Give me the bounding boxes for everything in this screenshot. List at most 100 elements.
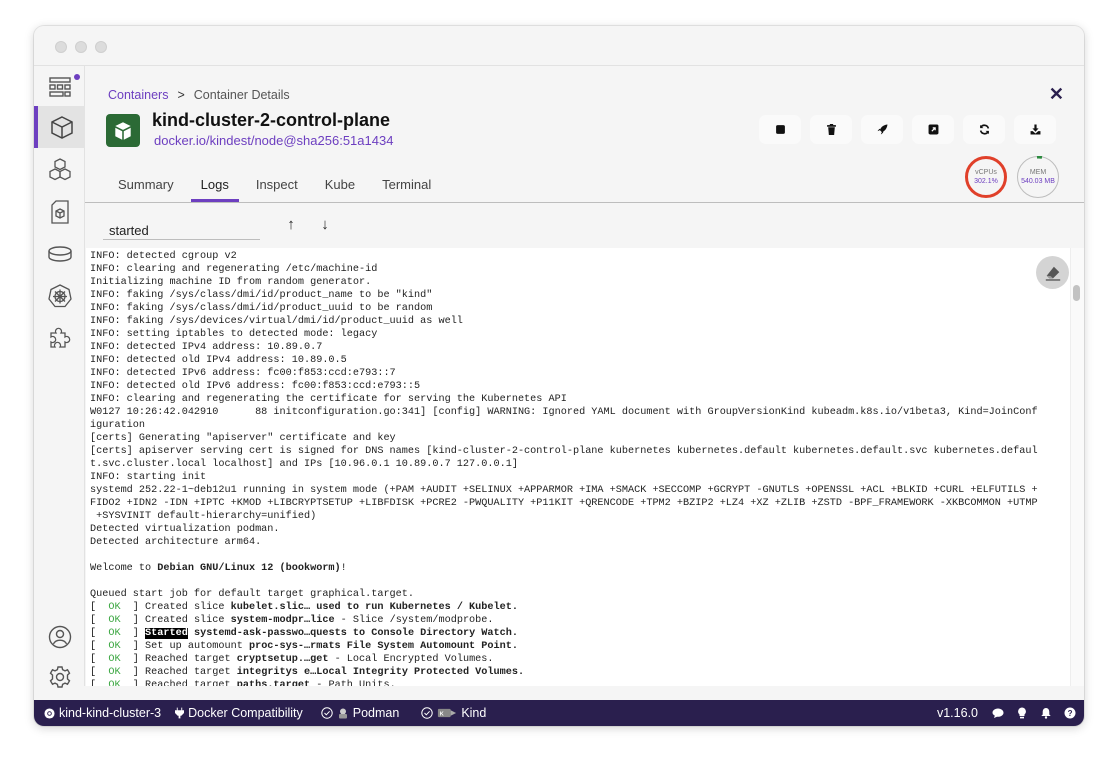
log-line: +SYSVINIT default-hierarchy=unified) (90, 510, 1072, 523)
log-text: INFO: clearing and regenerating the cert… (90, 394, 567, 405)
log-line: [ OK ] Created slice system-modpr…lice -… (90, 614, 1072, 627)
close-details-button[interactable]: ✕ (1049, 84, 1064, 105)
podman-label: Podman (352, 706, 400, 720)
sidebar-item-images[interactable] (34, 191, 85, 233)
log-text: INFO: faking /sys/class/dmi/id/product_n… (90, 290, 433, 301)
check-circle-icon (321, 707, 333, 719)
sidebar-item-containers[interactable] (34, 106, 85, 148)
log-text: INFO: faking /sys/devices/virtual/dmi/id… (90, 316, 463, 327)
bell-icon[interactable] (1040, 707, 1052, 719)
sidebar-item-pods[interactable] (34, 149, 85, 191)
log-text: [certs] apiserver serving cert is signed… (90, 446, 1038, 457)
delete-button[interactable] (810, 115, 852, 144)
sidebar-item-dashboard[interactable] (34, 66, 85, 108)
tab-summary[interactable]: Summary (108, 176, 184, 202)
log-viewer[interactable]: INFO: detected cgroup v2 INFO: clearing a… (86, 248, 1084, 686)
ok-status: OK (108, 667, 121, 678)
search-previous-button[interactable]: ↑ (283, 216, 299, 233)
help-icon[interactable]: ? (1064, 707, 1076, 719)
tab-kube[interactable]: Kube (315, 176, 365, 202)
restart-button[interactable] (963, 115, 1005, 144)
tab-terminal[interactable]: Terminal (372, 176, 441, 202)
log-scrollbar-thumb[interactable] (1073, 285, 1080, 301)
log-text: cryptsetup.…get (236, 654, 329, 665)
log-text: INFO: clearing and regenerating /etc/mac… (90, 264, 378, 275)
deploy-to-kubernetes-button[interactable] (861, 115, 903, 144)
log-line: Detected architecture arm64. (90, 536, 1072, 549)
docker-compatibility-item[interactable]: Docker Compatibility (175, 706, 303, 720)
log-line: INFO: detected old IPv6 address: fc00:f8… (90, 380, 1072, 393)
window-minimize-button[interactable] (75, 41, 87, 53)
log-text: Queued start job for default target grap… (90, 589, 415, 600)
breadcrumb: Containers > Container Details (108, 88, 290, 102)
log-text: INFO: detected IPv4 address: 10.89.0.7 (90, 342, 323, 353)
log-text: ] Created slice (120, 602, 231, 613)
tab-inspect[interactable]: Inspect (246, 176, 308, 202)
plug-icon (175, 707, 185, 719)
log-line: INFO: setting iptables to detected mode:… (90, 328, 1072, 341)
lightbulb-icon[interactable] (1016, 707, 1028, 719)
log-line: FIDO2 +IDN2 -IDN +IPTC +KMOD +LIBCRYPTSE… (90, 497, 1072, 510)
podman-provider-item[interactable]: Podman (321, 706, 400, 720)
sidebar-item-volumes[interactable] (34, 233, 85, 275)
log-search-input[interactable] (103, 216, 260, 240)
log-line: [ OK ] Reached target integritys e…Local… (90, 666, 1072, 679)
kube-context-item[interactable]: kind-kind-cluster-3 (44, 706, 161, 720)
image-link[interactable]: docker.io/kindest/node@sha256:51a1434 (154, 133, 393, 148)
log-text: proc-sys-…rmats File System Automount Po… (248, 641, 518, 652)
dashboard-icon (48, 77, 71, 97)
stop-button[interactable] (759, 115, 801, 144)
main-content: Containers > Container Details ✕ kind-clus… (85, 66, 1084, 686)
chat-bubble-icon[interactable] (992, 707, 1004, 719)
breadcrumb-containers-link[interactable]: Containers (108, 88, 168, 102)
user-icon (48, 625, 71, 649)
memory-usage-gauge: MEM 540.03 MB (1017, 156, 1059, 198)
svg-text:?: ? (1068, 709, 1073, 718)
search-next-button[interactable]: ↓ (317, 216, 333, 233)
log-text: - Slice /system/modprobe. (334, 615, 494, 626)
log-text: Debian GNU/Linux 12 (bookworm) (157, 563, 341, 574)
export-button[interactable] (1014, 115, 1056, 144)
log-text: INFO: detected old IPv4 address: 10.89.0… (90, 355, 347, 366)
log-line: INFO: detected IPv4 address: 10.89.0.7 (90, 341, 1072, 354)
log-text: integritys e…Local Integrity Protected V… (236, 667, 525, 678)
sidebar-item-kubernetes[interactable] (34, 275, 85, 317)
log-line: INFO: detected cgroup v2 (90, 250, 1072, 263)
open-external-button[interactable] (912, 115, 954, 144)
log-text: [ (90, 667, 109, 678)
ok-status: OK (108, 628, 121, 639)
window-maximize-button[interactable] (95, 41, 107, 53)
log-line: t.svc.cluster.local localhost] and IPs [… (90, 458, 1072, 471)
log-text: [ (90, 615, 109, 626)
log-text: ] (120, 628, 146, 639)
log-line: INFO: faking /sys/devices/virtual/dmi/id… (90, 315, 1072, 328)
window-close-button[interactable] (55, 41, 67, 53)
pods-icon (48, 158, 71, 181)
log-text: systemd 252.22-1~deb12u1 running in syst… (90, 485, 1038, 496)
log-line: INFO: detected old IPv4 address: 10.89.0… (90, 354, 1072, 367)
log-output: INFO: detected cgroup v2 INFO: clearing a… (90, 250, 1072, 686)
sidebar-item-accounts[interactable] (34, 616, 85, 658)
log-line: Detected virtualization podman. (90, 523, 1072, 536)
log-text: [ (90, 628, 109, 639)
log-text: systemd-ask-passwo…quests to Console Dir… (193, 628, 518, 639)
check-circle-icon (421, 707, 434, 719)
log-line: Initializing machine ID from random gene… (90, 276, 1072, 289)
search-match-highlight: Started (145, 628, 188, 639)
log-line: Welcome to Debian GNU/Linux 12 (bookworm… (90, 562, 1072, 575)
sidebar-item-extensions[interactable] (34, 317, 85, 359)
log-text: paths.target (236, 680, 311, 686)
cube-icon (115, 121, 131, 140)
kind-provider-item[interactable]: K Kind (421, 706, 486, 720)
log-text: FIDO2 +IDN2 -IDN +IPTC +KMOD +LIBCRYPTSE… (90, 498, 1038, 509)
tab-logs[interactable]: Logs (190, 176, 240, 202)
log-scrollbar[interactable] (1070, 248, 1084, 686)
tab-bar: Summary Logs Inspect Kube Terminal (108, 176, 448, 202)
ok-status: OK (108, 602, 121, 613)
title-bar (34, 26, 1084, 66)
sidebar (34, 66, 85, 688)
sidebar-item-settings[interactable] (34, 656, 85, 698)
log-text: INFO: detected IPv6 address: fc00:f853:c… (90, 368, 396, 379)
clear-logs-button[interactable] (1036, 256, 1069, 289)
